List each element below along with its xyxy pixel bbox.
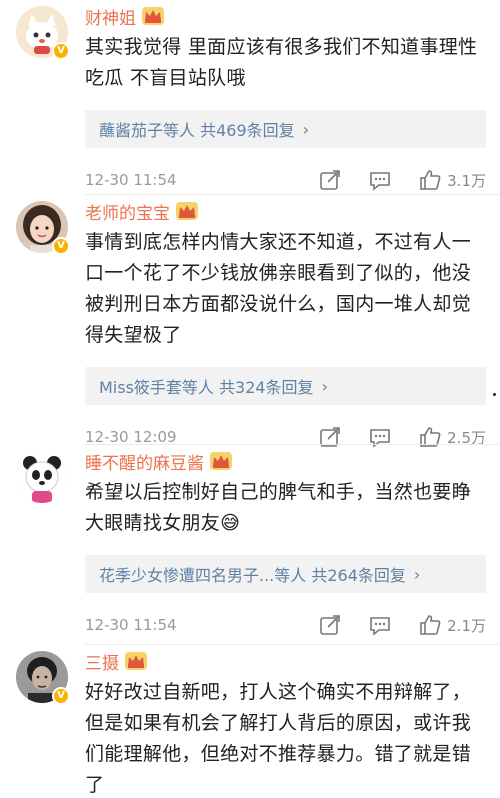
comment-item: 睡不醒的麻豆酱 希望以后控制好自己的脾气和手，当然也要睁大眼睛找女朋友😅 花季少… <box>0 445 500 645</box>
panda-avatar-icon[interactable] <box>16 451 68 503</box>
replies-link[interactable]: 蘸酱茄子等人 共469条回复 › <box>85 110 486 148</box>
crown-icon <box>142 7 164 25</box>
comment-button[interactable] <box>369 614 391 636</box>
crown-icon <box>125 652 147 670</box>
crown-icon <box>210 452 232 470</box>
comment-icon <box>370 172 390 191</box>
repost-button[interactable] <box>319 614 341 636</box>
verified-badge-icon: V <box>52 237 70 255</box>
replies-summary: Miss筱手套等人 共324条回复 <box>99 378 314 397</box>
like-button[interactable]: 2.1万 <box>419 614 486 636</box>
verified-badge-icon: V <box>52 42 70 60</box>
timestamp: 12-30 11:54 <box>85 616 177 634</box>
comment-icon <box>370 617 390 636</box>
thumbs-up-icon <box>420 615 441 635</box>
comment-text: 事情到底怎样内情大家还不知道，不过有人一口一个花了不少钱放佛亲眼看到了似的，他没… <box>85 231 472 346</box>
username[interactable]: 睡不醒的麻豆酱 <box>85 449 204 474</box>
replies-link[interactable]: 花季少女惨遭四名男子...等人 共264条回复 › <box>85 555 486 593</box>
repost-icon <box>320 615 340 635</box>
repost-icon <box>320 170 340 190</box>
username[interactable]: 三摄 <box>85 649 119 674</box>
like-button[interactable]: 3.1万 <box>419 169 486 191</box>
crown-icon <box>176 202 198 220</box>
like-count: 3.1万 <box>447 171 486 190</box>
comment-text: 好好改过自新吧，打人这个确实不用辩解了，但是如果有机会了解打人背后的原因，或许我… <box>85 681 472 796</box>
replies-summary: 蘸酱茄子等人 共469条回复 <box>99 121 295 140</box>
comment-button[interactable] <box>369 169 391 191</box>
scroll-indicator <box>493 393 496 396</box>
username[interactable]: 老师的宝宝 <box>85 199 170 224</box>
username[interactable]: 财神姐 <box>85 4 136 29</box>
comment-item: V 财神姐 其实我觉得 里面应该有很多我们不知道事理性吃瓜 不盲目站队哦 蘸酱茄… <box>0 0 500 195</box>
replies-link[interactable]: Miss筱手套等人 共324条回复 › <box>85 367 486 405</box>
chevron-right-icon: › <box>321 376 328 396</box>
timestamp: 12-30 11:54 <box>85 171 177 189</box>
comment-item: V 老师的宝宝 事情到底怎样内情大家还不知道，不过有人一口一个花了不少钱放佛亲眼… <box>0 195 500 448</box>
replies-summary: 花季少女惨遭四名男子...等人 共264条回复 <box>99 566 406 585</box>
chevron-right-icon: › <box>413 564 421 584</box>
repost-button[interactable] <box>319 169 341 191</box>
comment-text: 其实我觉得 里面应该有很多我们不知道事理性吃瓜 不盲目站队哦 <box>85 36 478 89</box>
chevron-right-icon: › <box>302 119 310 139</box>
comment-item: V 三摄 好好改过自新吧，打人这个确实不用辩解了，但是如果有机会了解打人背后的原… <box>0 645 500 798</box>
comment-text: 希望以后控制好自己的脾气和手，当然也要睁大眼睛找女朋友😅 <box>85 481 472 534</box>
thumbs-up-icon <box>420 170 441 190</box>
like-count: 2.1万 <box>447 616 486 635</box>
verified-badge-icon: V <box>52 687 70 705</box>
